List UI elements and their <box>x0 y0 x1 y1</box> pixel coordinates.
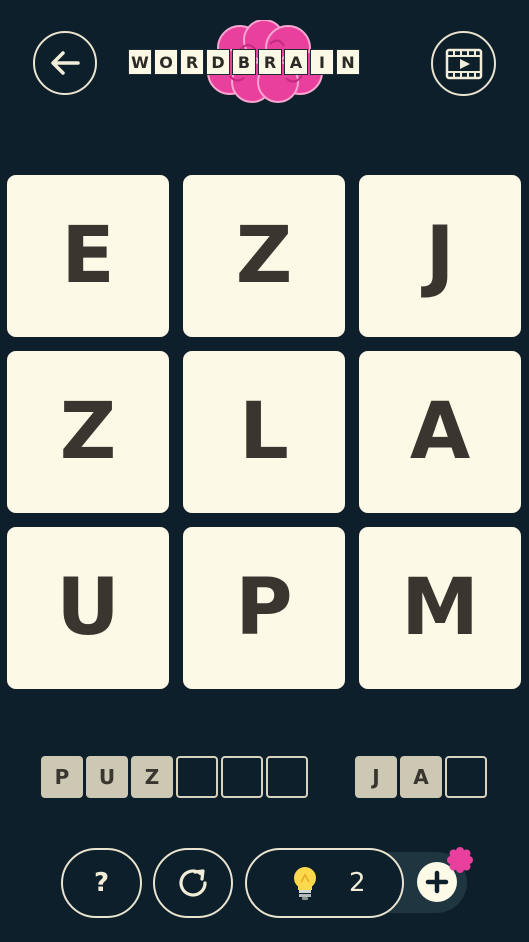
back-button[interactable] <box>33 31 97 95</box>
answer-slot <box>221 756 263 798</box>
answer-slot <box>266 756 308 798</box>
notification-badge-icon <box>447 847 473 873</box>
logo-letter: D <box>206 49 230 75</box>
letter-tile[interactable]: Z <box>7 351 169 513</box>
hint-button[interactable]: 2 <box>245 848 404 918</box>
hint-count: 2 <box>349 868 366 898</box>
wordbrain-logo: W O R D B R A I N <box>128 20 400 106</box>
logo-letter: I <box>310 49 334 75</box>
help-label: ? <box>93 868 110 898</box>
logo-letters: W O R D B R A I N <box>128 49 360 75</box>
logo-letter: N <box>336 49 360 75</box>
logo-letter: W <box>128 49 152 75</box>
answer-slot: P <box>41 756 83 798</box>
letter-tile[interactable]: P <box>183 527 345 689</box>
letter-grid: E Z J Z L A U P M <box>7 175 521 689</box>
letter-tile[interactable]: U <box>7 527 169 689</box>
answer-word-1: P U Z <box>41 756 308 798</box>
help-button[interactable]: ? <box>61 848 142 918</box>
answer-slot <box>445 756 487 798</box>
logo-letter: R <box>180 49 204 75</box>
video-play-icon <box>445 48 482 79</box>
restart-icon <box>179 869 207 897</box>
answer-slot: Z <box>131 756 173 798</box>
logo-letter: R <box>258 49 282 75</box>
letter-tile[interactable]: M <box>359 527 521 689</box>
restart-button[interactable] <box>153 848 233 918</box>
letter-tile[interactable]: E <box>7 175 169 337</box>
letter-tile[interactable]: L <box>183 351 345 513</box>
lightbulb-icon <box>294 867 316 900</box>
logo-letter: B <box>232 49 256 75</box>
video-hint-button[interactable] <box>431 31 496 96</box>
letter-tile[interactable]: J <box>359 175 521 337</box>
answer-slot: A <box>400 756 442 798</box>
letter-tile[interactable]: Z <box>183 175 345 337</box>
logo-letter: A <box>284 49 308 75</box>
answer-slot: J <box>355 756 397 798</box>
arrow-left-icon <box>51 51 80 75</box>
logo-letter: O <box>154 49 178 75</box>
answer-slot: U <box>86 756 128 798</box>
answer-word-2: J A <box>355 756 487 798</box>
letter-tile[interactable]: A <box>359 351 521 513</box>
answer-slot <box>176 756 218 798</box>
